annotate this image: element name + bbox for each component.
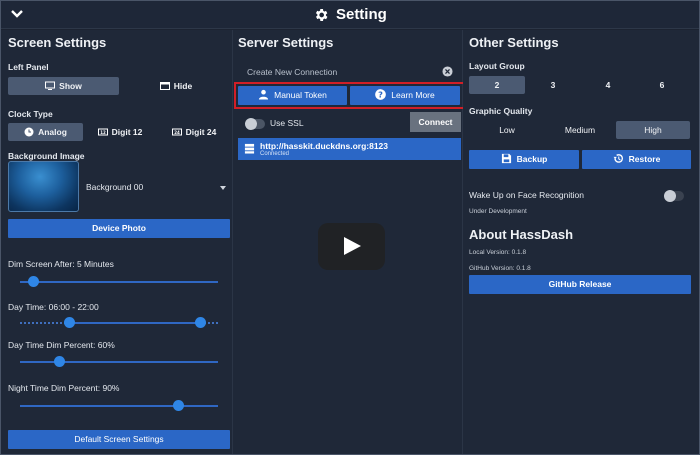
section-title: Other Settings <box>469 35 559 50</box>
screen-settings-panel: Screen Settings Left Panel Show Hide Clo… <box>1 30 233 454</box>
save-icon <box>501 153 511 164</box>
use-ssl-toggle[interactable] <box>245 118 265 130</box>
graphic-quality-high[interactable]: High <box>616 121 690 139</box>
dim-screen-slider-thumb[interactable] <box>28 276 40 287</box>
connection-url: http://hasskit.duckdns.org:8123 <box>260 141 388 151</box>
clock-type-digit24-option[interactable]: 24 Digit 24 <box>158 123 230 141</box>
monitor-icon <box>45 81 56 90</box>
day-time-end-thumb[interactable] <box>194 317 206 328</box>
layout-group-option-6[interactable]: 6 <box>634 76 690 94</box>
section-title: Server Settings <box>238 35 334 50</box>
night-dim-slider-thumb[interactable] <box>172 400 184 411</box>
layout-group-option-3[interactable]: 3 <box>525 76 581 94</box>
layout-group-label: Layout Group <box>469 61 525 71</box>
restore-label: Restore <box>628 154 661 164</box>
background-image-label: Background Image <box>8 151 85 161</box>
svg-text:?: ? <box>378 90 383 100</box>
night-dim-label: Night Time Dim Percent: 90% <box>8 383 120 393</box>
person-icon <box>259 89 269 100</box>
backup-button[interactable]: Backup <box>469 150 579 169</box>
connect-button[interactable]: Connect <box>410 112 461 132</box>
background-thumbnail[interactable] <box>8 161 79 212</box>
svg-text:12: 12 <box>100 130 106 135</box>
manual-token-button[interactable]: Manual Token <box>238 86 347 105</box>
clock-type-digit12-label: Digit 12 <box>111 127 143 137</box>
server-icon <box>244 143 255 154</box>
header-bar: Setting <box>1 1 699 29</box>
manual-token-label: Manual Token <box>274 90 327 100</box>
clock-type-label: Clock Type <box>8 109 53 119</box>
restore-icon <box>613 154 623 163</box>
day-dim-slider-thumb[interactable] <box>54 356 66 367</box>
play-icon <box>344 237 361 255</box>
graphic-quality-medium[interactable]: Medium <box>542 121 618 139</box>
page-title: Setting <box>335 6 387 23</box>
day-time-start-thumb[interactable] <box>64 317 75 328</box>
day-time-slider-range[interactable] <box>69 322 201 324</box>
wake-up-note: Under Development <box>469 208 527 215</box>
section-title: Screen Settings <box>8 35 107 50</box>
day-time-label: Day Time: 06:00 - 22:00 <box>8 302 99 312</box>
connection-list-item[interactable]: http://hasskit.duckdns.org:8123 Connecte… <box>238 138 461 160</box>
local-version: Local Version: 0.1.8 <box>469 249 527 256</box>
connection-status: Connected <box>260 151 290 157</box>
left-panel-hide-label: Hide <box>173 81 193 91</box>
clock-type-analog-label: Analog <box>38 127 67 137</box>
github-release-button[interactable]: GitHub Release <box>469 275 691 294</box>
digital-clock-icon: 24 <box>171 128 182 136</box>
other-settings-panel: Other Settings Layout Group 2 3 4 6 Grap… <box>463 30 699 454</box>
graphic-quality-label: Graphic Quality <box>469 106 533 116</box>
learn-more-button[interactable]: ? Learn More <box>350 86 460 105</box>
svg-text:24: 24 <box>174 130 180 135</box>
left-panel-show-label: Show <box>59 81 82 91</box>
left-panel-label: Left Panel <box>8 62 49 72</box>
layout-group-option-4[interactable]: 4 <box>580 76 636 94</box>
wake-up-toggle[interactable] <box>664 190 684 202</box>
restore-button[interactable]: Restore <box>582 150 691 169</box>
left-panel-show-option[interactable]: Show <box>8 77 119 95</box>
digital-clock-icon: 12 <box>97 128 108 136</box>
night-dim-slider[interactable] <box>20 405 218 407</box>
learn-more-label: Learn More <box>391 90 435 100</box>
clock-type-digit24-label: Digit 24 <box>185 127 217 137</box>
play-button[interactable] <box>318 223 385 270</box>
clock-icon <box>24 127 34 137</box>
window-icon <box>159 82 170 90</box>
about-title: About HassDash <box>469 227 574 242</box>
left-panel-hide-option[interactable]: Hide <box>122 77 230 95</box>
github-version: GitHub Version: 0.1.8 <box>469 265 531 272</box>
help-icon: ? <box>375 89 387 100</box>
dim-screen-slider[interactable] <box>20 281 218 283</box>
dropdown-caret-icon[interactable] <box>220 186 226 190</box>
background-select-value[interactable]: Background 00 <box>86 182 143 192</box>
new-connection-input[interactable]: Create New Connection <box>247 67 337 77</box>
device-photo-button[interactable]: Device Photo <box>8 219 230 238</box>
day-dim-slider[interactable] <box>20 361 218 363</box>
day-dim-label: Day Time Dim Percent: 60% <box>8 340 115 350</box>
graphic-quality-low[interactable]: Low <box>469 121 545 139</box>
clear-icon[interactable] <box>442 66 453 77</box>
dim-screen-label: Dim Screen After: 5 Minutes <box>8 259 114 269</box>
gear-icon <box>316 8 328 21</box>
default-screen-settings-button[interactable]: Default Screen Settings <box>8 430 230 449</box>
use-ssl-label: Use SSL <box>270 118 304 128</box>
clock-type-analog-option[interactable]: Analog <box>8 123 83 141</box>
layout-group-option-2[interactable]: 2 <box>469 76 525 94</box>
backup-label: Backup <box>516 154 548 164</box>
wake-up-label: Wake Up on Face Recognition <box>469 190 584 200</box>
clock-type-digit12-option[interactable]: 12 Digit 12 <box>85 123 155 141</box>
